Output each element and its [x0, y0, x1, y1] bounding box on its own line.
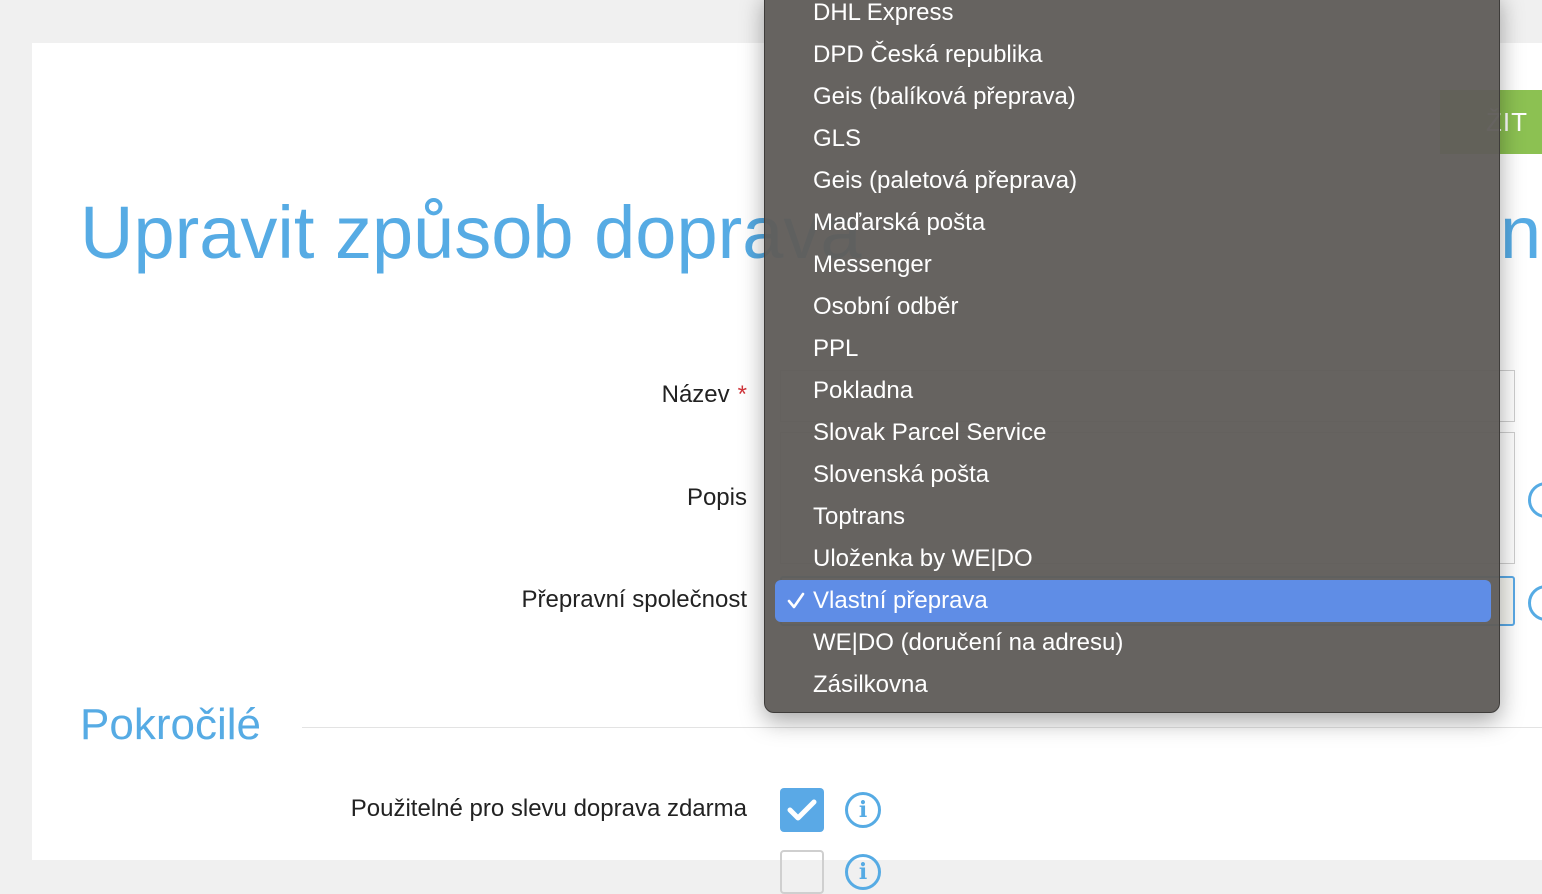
dropdown-option-label: Geis (balíková přeprava): [813, 83, 1076, 110]
dropdown-option[interactable]: DPD Česká republika: [775, 34, 1491, 76]
dropdown-option[interactable]: Toptrans: [775, 496, 1491, 538]
checkmark-icon: [785, 580, 807, 622]
dropdown-option[interactable]: Slovenská pošta: [775, 454, 1491, 496]
dropdown-option[interactable]: Geis (paletová přeprava): [775, 160, 1491, 202]
checkbox[interactable]: [780, 850, 824, 894]
name-label: Název *: [662, 381, 747, 409]
required-mark: *: [737, 381, 747, 408]
carrier-dropdown-menu: DHL Express DPD Česká republika Geis (balí…: [764, 0, 1500, 713]
free-shipping-checkbox[interactable]: [780, 788, 824, 832]
dropdown-option-label: Vlastní přeprava: [813, 587, 988, 614]
free-shipping-label: Použitelné pro slevu doprava zdarma: [350, 795, 747, 822]
dropdown-option[interactable]: Messenger: [775, 244, 1491, 286]
info-icon[interactable]: i: [845, 792, 881, 828]
page-title-end: ní: [1500, 191, 1542, 274]
dropdown-option-label: Uloženka by WE|DO: [813, 545, 1033, 572]
dropdown-option-label: PPL: [813, 335, 859, 362]
checkmark-icon: [787, 799, 817, 821]
dropdown-option[interactable]: Osobní odběr: [775, 286, 1491, 328]
name-label-text: Název: [661, 381, 730, 408]
dropdown-option[interactable]: Pokladna: [775, 370, 1491, 412]
dropdown-option[interactable]: Slovak Parcel Service: [775, 412, 1491, 454]
dropdown-option-label: Osobní odběr: [813, 293, 959, 320]
dropdown-option[interactable]: DHL Express: [775, 0, 1491, 34]
dropdown-option[interactable]: Vlastní přeprava: [775, 580, 1491, 622]
section-divider: [302, 727, 1542, 728]
dropdown-option[interactable]: GLS: [775, 118, 1491, 160]
dropdown-option-label: Zásilkovna: [813, 671, 928, 698]
dropdown-option-label: GLS: [813, 125, 862, 152]
dropdown-option[interactable]: Uloženka by WE|DO: [775, 538, 1491, 580]
dropdown-option[interactable]: Geis (balíková přeprava): [775, 76, 1491, 118]
dropdown-option-label: Maďarská pošta: [813, 209, 986, 236]
carrier-label: Přepravní společnost: [521, 586, 747, 613]
dropdown-option-label: Pokladna: [813, 377, 914, 404]
dropdown-option-label: Slovenská pošta: [813, 461, 990, 488]
dropdown-option-label: DHL Express: [813, 0, 954, 26]
dropdown-option-label: WE|DO (doručení na adresu): [813, 629, 1124, 656]
info-icon[interactable]: i: [845, 854, 881, 890]
dropdown-option-label: Toptrans: [813, 503, 906, 530]
section-title-advanced: Pokročilé: [80, 700, 261, 749]
dropdown-option[interactable]: WE|DO (doručení na adresu): [775, 622, 1491, 664]
dropdown-option-label: Messenger: [813, 251, 932, 278]
dropdown-option-label: Geis (paletová přeprava): [813, 167, 1078, 194]
dropdown-option[interactable]: Maďarská pošta: [775, 202, 1491, 244]
dropdown-option-label: Slovak Parcel Service: [813, 419, 1047, 446]
dropdown-option-label: DPD Česká republika: [813, 41, 1043, 68]
description-label: Popis: [686, 484, 747, 511]
dropdown-option[interactable]: PPL: [775, 328, 1491, 370]
dropdown-option[interactable]: Zásilkovna: [775, 664, 1491, 706]
